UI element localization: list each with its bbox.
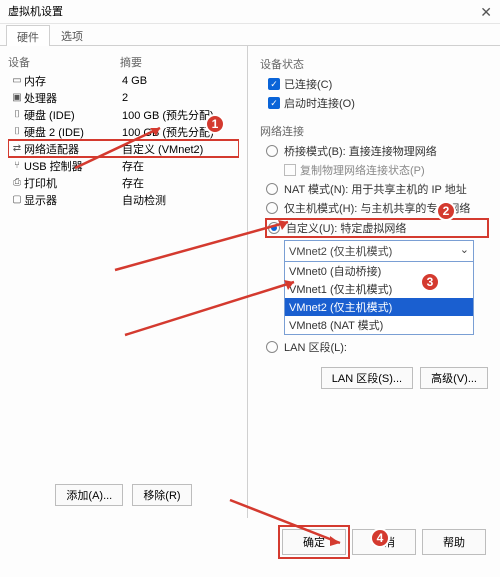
radio-icon bbox=[266, 145, 278, 157]
device-summary: 存在 bbox=[122, 175, 237, 191]
col-device: 设备 bbox=[8, 54, 120, 70]
cbx-replicate-label: 复制物理网络连接状态(P) bbox=[300, 162, 425, 178]
dropdown-option[interactable]: VMnet1 (仅主机模式) bbox=[285, 280, 473, 298]
radio-icon bbox=[266, 183, 278, 195]
device-list: ▭内存4 GB▣处理器2⌷硬盘 (IDE)100 GB (预先分配)⌷硬盘 2 … bbox=[8, 72, 239, 478]
radio-lanseg[interactable]: LAN 区段(L): bbox=[266, 339, 488, 355]
radio-hostonly-label: 仅主机模式(H): 与主机共享的专用网络 bbox=[284, 200, 470, 216]
device-icon: ⑂ bbox=[10, 160, 24, 171]
radio-custom[interactable]: 自定义(U): 特定虚拟网络 bbox=[266, 219, 488, 237]
device-row[interactable]: ⎙打印机存在 bbox=[8, 174, 239, 191]
radio-nat[interactable]: NAT 模式(N): 用于共享主机的 IP 地址 bbox=[266, 181, 488, 197]
radio-icon bbox=[266, 341, 278, 353]
device-name: USB 控制器 bbox=[24, 158, 122, 174]
device-icon: ▭ bbox=[10, 75, 24, 86]
device-icon: ▢ bbox=[10, 194, 24, 205]
device-name: 处理器 bbox=[24, 90, 122, 106]
device-icon: ⌷ bbox=[10, 109, 24, 120]
close-icon[interactable]: ✕ bbox=[480, 0, 492, 23]
device-row[interactable]: ▣处理器2 bbox=[8, 89, 239, 106]
tab-bar: 硬件 选项 bbox=[0, 24, 500, 46]
device-summary: 100 GB (预先分配) bbox=[122, 124, 237, 140]
device-icon: ⇄ bbox=[10, 143, 24, 154]
ok-button[interactable]: 确定 bbox=[282, 529, 346, 555]
device-row[interactable]: ▭内存4 GB bbox=[8, 72, 239, 89]
dropdown-value: VMnet2 (仅主机模式) bbox=[289, 243, 392, 259]
cbx-connected[interactable]: ✓ 已连接(C) bbox=[268, 76, 488, 92]
device-row[interactable]: ⇄网络适配器自定义 (VMnet2) bbox=[8, 140, 239, 157]
radio-icon bbox=[266, 202, 278, 214]
radio-lanseg-label: LAN 区段(L): bbox=[284, 339, 347, 355]
dialog-footer: 确定 取消 帮助 bbox=[0, 518, 500, 564]
radio-bridge-label: 桥接模式(B): 直接连接物理网络 bbox=[284, 143, 437, 159]
device-row[interactable]: ⑂USB 控制器存在 bbox=[8, 157, 239, 174]
radio-hostonly[interactable]: 仅主机模式(H): 与主机共享的专用网络 bbox=[266, 200, 488, 216]
status-header: 设备状态 bbox=[260, 56, 488, 72]
cbx-onstart[interactable]: ✓ 启动时连接(O) bbox=[268, 95, 488, 111]
cbx-onstart-label: 启动时连接(O) bbox=[284, 95, 355, 111]
device-summary: 100 GB (预先分配) bbox=[122, 107, 237, 123]
dropdown-option[interactable]: VMnet0 (自动桥接) bbox=[285, 262, 473, 280]
device-panel: 设备 摘要 ▭内存4 GB▣处理器2⌷硬盘 (IDE)100 GB (预先分配)… bbox=[0, 46, 248, 518]
lanseg-button[interactable]: LAN 区段(S)... bbox=[321, 367, 413, 389]
device-summary: 4 GB bbox=[122, 75, 237, 87]
settings-panel: 设备状态 ✓ 已连接(C) ✓ 启动时连接(O) 网络连接 桥接模式(B): 直… bbox=[248, 46, 500, 518]
help-button[interactable]: 帮助 bbox=[422, 529, 486, 555]
checkbox-icon bbox=[284, 164, 296, 176]
device-summary: 2 bbox=[122, 92, 237, 104]
device-row[interactable]: ▢显示器自动检测 bbox=[8, 191, 239, 208]
dropdown-option[interactable]: VMnet2 (仅主机模式) bbox=[285, 298, 473, 316]
radio-nat-label: NAT 模式(N): 用于共享主机的 IP 地址 bbox=[284, 181, 467, 197]
cbx-connected-label: 已连接(C) bbox=[284, 76, 332, 92]
radio-bridge[interactable]: 桥接模式(B): 直接连接物理网络 bbox=[266, 143, 488, 159]
remove-button[interactable]: 移除(R) bbox=[132, 484, 191, 506]
device-name: 显示器 bbox=[24, 192, 122, 208]
device-name: 硬盘 2 (IDE) bbox=[24, 124, 122, 140]
radio-icon bbox=[268, 222, 280, 234]
radio-custom-label: 自定义(U): 特定虚拟网络 bbox=[286, 220, 406, 236]
check-icon: ✓ bbox=[268, 78, 280, 90]
advanced-button[interactable]: 高级(V)... bbox=[420, 367, 488, 389]
col-summary: 摘要 bbox=[120, 54, 239, 70]
chevron-down-icon: ⌄ bbox=[460, 243, 469, 259]
dropdown-option[interactable]: VMnet8 (NAT 模式) bbox=[285, 316, 473, 334]
titlebar: 虚拟机设置 ✕ bbox=[0, 0, 500, 24]
device-name: 网络适配器 bbox=[24, 141, 122, 157]
cbx-replicate: 复制物理网络连接状态(P) bbox=[284, 162, 488, 178]
device-summary: 自动检测 bbox=[122, 192, 237, 208]
device-icon: ▣ bbox=[10, 92, 24, 103]
add-button[interactable]: 添加(A)... bbox=[55, 484, 123, 506]
device-icon: ⎙ bbox=[10, 177, 24, 188]
device-name: 打印机 bbox=[24, 175, 122, 191]
tab-hardware[interactable]: 硬件 bbox=[6, 25, 50, 46]
cancel-button[interactable]: 取消 bbox=[352, 529, 416, 555]
device-summary: 存在 bbox=[122, 158, 237, 174]
device-row[interactable]: ⌷硬盘 (IDE)100 GB (预先分配) bbox=[8, 106, 239, 123]
check-icon: ✓ bbox=[268, 97, 280, 109]
device-summary: 自定义 (VMnet2) bbox=[122, 141, 237, 157]
device-icon: ⌷ bbox=[10, 126, 24, 137]
device-name: 硬盘 (IDE) bbox=[24, 107, 122, 123]
network-header: 网络连接 bbox=[260, 123, 488, 139]
window-title: 虚拟机设置 bbox=[8, 0, 63, 23]
vmnet-dropdown[interactable]: VMnet2 (仅主机模式) ⌄ VMnet0 (自动桥接) VMnet1 (仅… bbox=[284, 240, 474, 335]
tab-options[interactable]: 选项 bbox=[50, 24, 94, 45]
device-name: 内存 bbox=[24, 73, 122, 89]
device-row[interactable]: ⌷硬盘 2 (IDE)100 GB (预先分配) bbox=[8, 123, 239, 140]
